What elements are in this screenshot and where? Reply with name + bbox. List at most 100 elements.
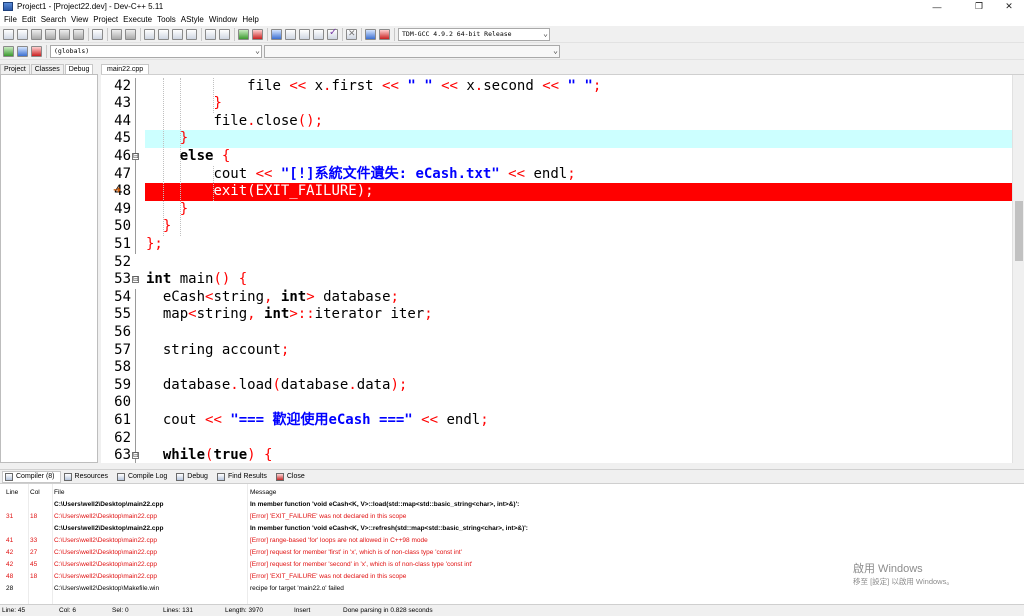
save-all-icon[interactable] <box>45 28 56 40</box>
code-line[interactable]: database.load(database.data); <box>146 377 407 395</box>
code-editor[interactable]: 42 43 44 45 46 ⊟ 47 48 49 50 51 52 53 ⊟ 54 55 56 57 58 59 60… <box>101 74 1024 463</box>
print-icon[interactable] <box>92 28 103 40</box>
bottom-tab-close[interactable]: Close <box>273 471 311 483</box>
menu-execute[interactable]: Execute <box>122 15 156 24</box>
tab-main22-cpp[interactable]: main22.cpp <box>101 64 150 74</box>
code-line[interactable]: string account; <box>146 342 289 360</box>
open-file-icon[interactable] <box>17 28 28 40</box>
tab-project[interactable]: Project <box>0 64 30 74</box>
editor-vertical-scrollbar[interactable] <box>1012 75 1024 463</box>
menu-tools[interactable]: Tools <box>156 15 180 24</box>
goto-line-icon[interactable] <box>186 28 197 40</box>
code-line[interactable]: eCash<string, int> database; <box>146 289 399 307</box>
bottom-tab-find-results[interactable]: Find Results <box>214 471 273 483</box>
goto-definition-icon[interactable] <box>31 45 42 57</box>
code-token: } <box>162 218 172 235</box>
find-next-icon[interactable] <box>172 28 183 40</box>
table-row[interactable]: C:\Users\well2\Desktop\main22.cpp In memb… <box>0 499 1024 511</box>
close-all-icon[interactable] <box>73 28 84 40</box>
line-number: 63 <box>114 447 131 463</box>
code-line[interactable]: } <box>146 218 171 236</box>
close-file-icon[interactable] <box>59 28 70 40</box>
bottom-tab-label: Find Results <box>227 473 267 480</box>
debug-icon[interactable] <box>379 28 390 40</box>
redo-icon[interactable] <box>125 28 136 40</box>
menu-help[interactable]: Help <box>241 15 262 24</box>
menu-astyle[interactable]: AStyle <box>180 15 208 24</box>
menu-edit[interactable]: Edit <box>21 15 40 24</box>
code-token: load <box>238 376 273 393</box>
project-remove-icon[interactable] <box>252 28 263 40</box>
line-number: 56 <box>114 323 131 340</box>
project-view-icon[interactable] <box>205 28 216 40</box>
bottom-tab-compiler[interactable]: Compiler (8) <box>2 470 61 483</box>
undo-icon[interactable] <box>111 28 122 40</box>
toolbar-separator <box>361 27 362 41</box>
menu-project[interactable]: Project <box>92 15 122 24</box>
code-token: eCash <box>162 288 206 305</box>
menu-search[interactable]: Search <box>40 15 70 24</box>
menu-window[interactable]: Window <box>208 15 241 24</box>
tab-classes[interactable]: Classes <box>30 64 64 74</box>
code-line[interactable]: while(true) { <box>146 447 273 463</box>
line-number: 43 <box>114 95 131 112</box>
code-token: << <box>441 77 458 94</box>
scrollbar-thumb[interactable] <box>1015 201 1023 261</box>
compile-run-icon[interactable] <box>313 28 324 40</box>
close-window-button[interactable]: ✕ <box>994 0 1024 13</box>
restore-button[interactable]: ❐ <box>964 0 994 13</box>
toolbar-separator <box>342 27 343 41</box>
search-icon[interactable] <box>144 28 155 40</box>
project-add-icon[interactable] <box>238 28 249 40</box>
run-icon[interactable] <box>299 28 310 40</box>
code-line[interactable]: cout << "=== 歡迎使用eCash ===" << endl; <box>146 412 489 430</box>
compiler-select[interactable]: TDM-GCC 4.9.2 64-bit Release ⌄ <box>398 27 550 41</box>
code-line[interactable]: file.close(); <box>146 113 323 131</box>
save-icon[interactable] <box>31 28 42 40</box>
fold-toggle-icon[interactable]: ⊟ <box>132 452 139 460</box>
chart-icon[interactable] <box>365 28 376 40</box>
code-line[interactable]: } <box>146 95 221 113</box>
table-row[interactable]: 31 18 C:\Users\well2\Desktop\main22.cpp [Er… <box>0 511 1024 523</box>
code-line[interactable]: }; <box>146 236 163 254</box>
grid-icon[interactable] <box>285 28 296 40</box>
code-line[interactable]: map<string, int>::iterator iter; <box>146 306 433 324</box>
menu-file[interactable]: File <box>3 15 21 24</box>
add-to-project-icon[interactable] <box>219 28 230 40</box>
search-icon <box>216 472 225 481</box>
code-line[interactable]: int main() { <box>146 271 247 289</box>
code-token: database <box>280 376 349 393</box>
code-token: ; <box>480 411 489 428</box>
table-row[interactable]: C:\Users\well2\Desktop\main22.cpp In memb… <box>0 523 1024 535</box>
bottom-tab-compile-log[interactable]: Compile Log <box>114 471 173 483</box>
replace-icon[interactable] <box>158 28 169 40</box>
bottom-tab-debug[interactable]: Debug <box>173 471 214 483</box>
fold-toggle-icon[interactable]: ⊟ <box>132 152 139 160</box>
code-line[interactable]: file << x.first << " " << x.second << " … <box>146 78 601 96</box>
menu-view[interactable]: View <box>70 15 92 24</box>
compile-icon[interactable] <box>271 28 282 40</box>
goto-declaration-icon[interactable] <box>17 45 28 57</box>
class-browse-icon[interactable] <box>3 45 14 57</box>
code-line[interactable]: exit(EXIT_FAILURE); <box>146 183 373 201</box>
stop-execution-icon[interactable] <box>346 28 357 40</box>
toolbar-separator <box>46 44 47 58</box>
minimize-button[interactable]: — <box>922 0 952 13</box>
table-row[interactable]: 42 27 C:\Users\well2\Desktop\main22.cpp [Er… <box>0 547 1024 559</box>
code-line[interactable]: else { <box>146 148 231 166</box>
scope-select[interactable]: (globals) ⌄ <box>50 44 262 58</box>
tab-debug[interactable]: Debug <box>64 64 94 74</box>
bottom-tab-resources[interactable]: Resources <box>61 471 114 483</box>
code-line[interactable]: } <box>146 201 188 219</box>
code-token: iterator iter <box>314 306 425 323</box>
fold-toggle-icon[interactable]: ⊟ <box>132 276 139 284</box>
code-line[interactable]: } <box>146 130 188 148</box>
new-file-icon[interactable] <box>3 28 14 40</box>
check-icon[interactable] <box>327 27 338 40</box>
member-select[interactable]: ⌄ <box>264 44 560 58</box>
table-row[interactable]: 41 33 C:\Users\well2\Desktop\main22.cpp [Er… <box>0 535 1024 547</box>
code-line[interactable]: cout << "[!]系統文件遺失: eCash.txt" << endl; <box>146 166 575 184</box>
